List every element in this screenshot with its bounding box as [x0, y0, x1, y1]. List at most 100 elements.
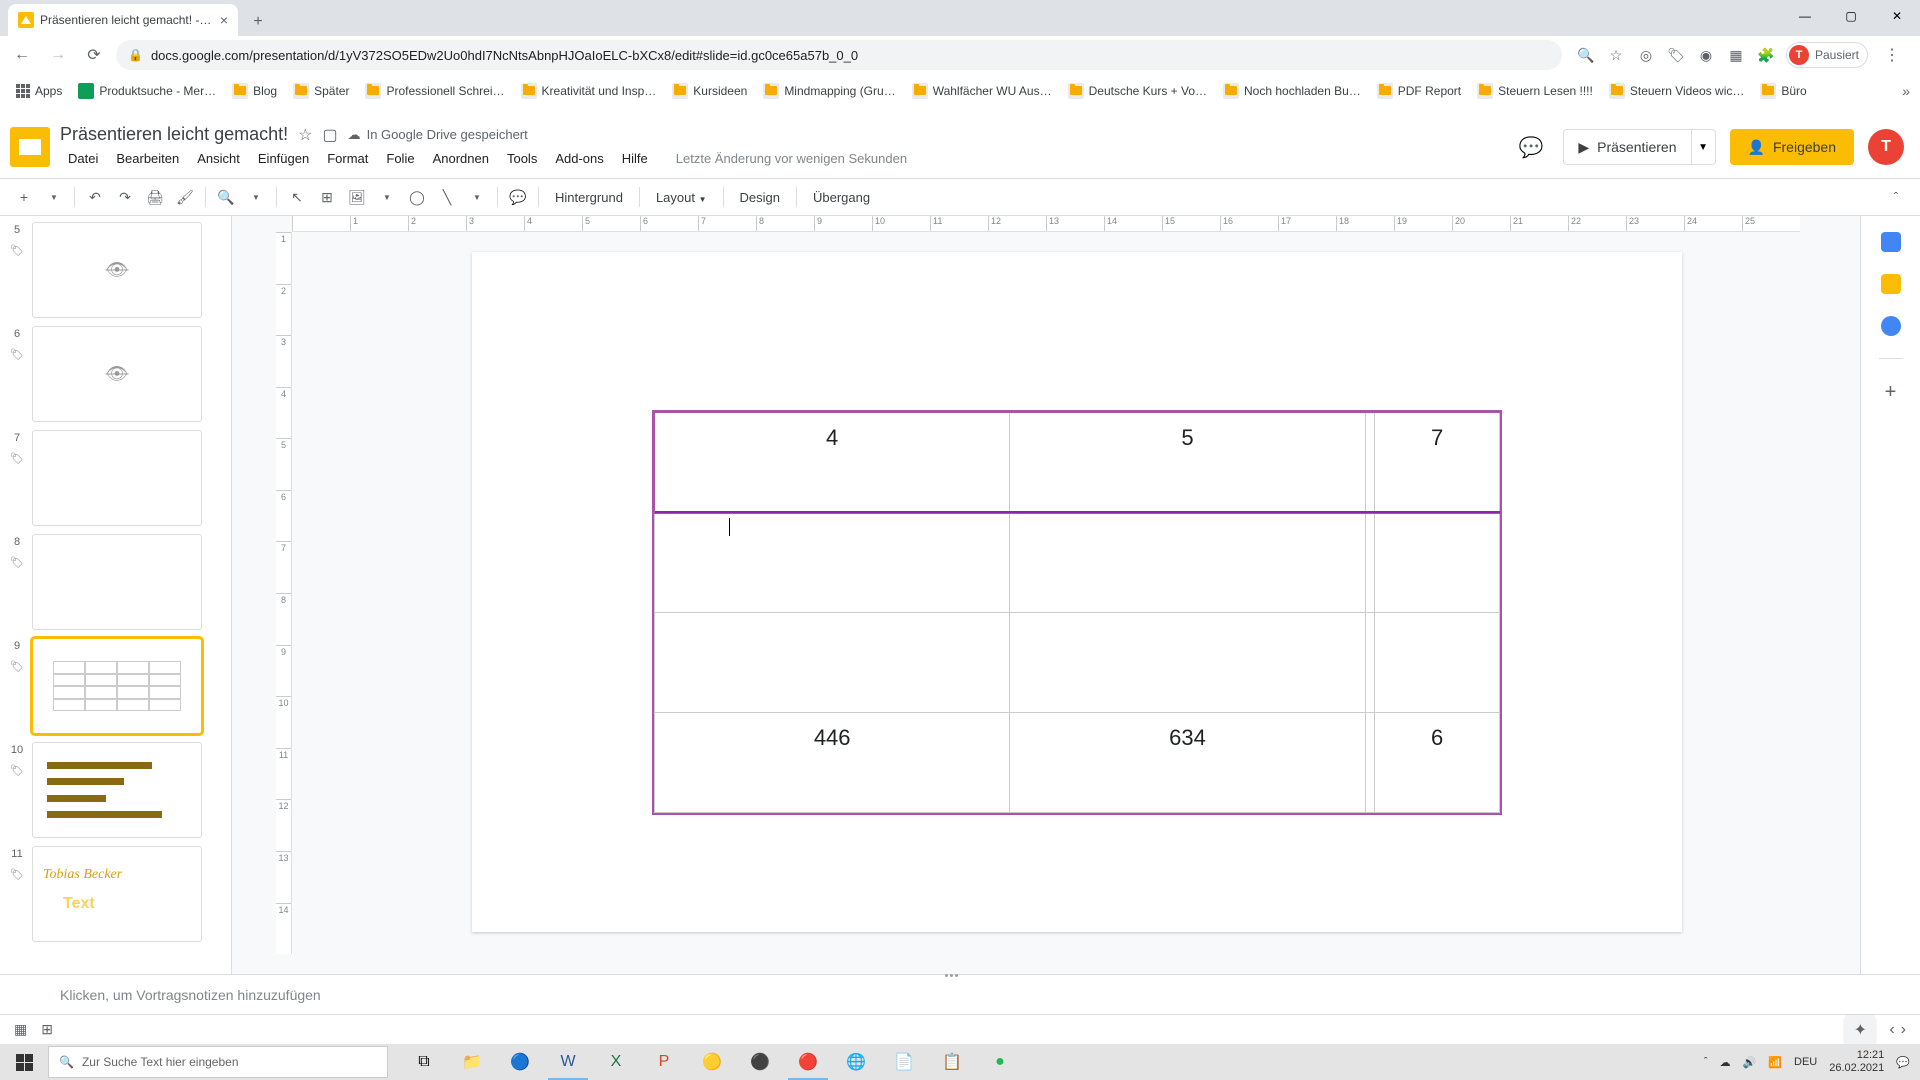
apps-button[interactable]: Apps [10, 80, 68, 102]
slide-canvas[interactable]: 4 5 7 [472, 252, 1682, 932]
bookmark-folder[interactable]: Steuern Lesen !!!! [1471, 79, 1599, 103]
star-document-icon[interactable]: ☆ [298, 125, 312, 145]
comments-button[interactable]: 💬 [1513, 129, 1549, 165]
slide-thumbnail-7[interactable] [32, 430, 202, 526]
select-tool[interactable]: ↖ [283, 183, 311, 211]
table-cell[interactable]: 7 [1375, 413, 1500, 513]
tray-expand-icon[interactable]: ˆ [1704, 1056, 1708, 1068]
volume-icon[interactable]: 🔊 [1743, 1056, 1757, 1069]
task-view-button[interactable]: ⧉ [400, 1044, 448, 1080]
notes-icon[interactable]: 🏷 [10, 764, 24, 777]
layout-button[interactable]: Layout ▼ [646, 190, 717, 205]
bookmark-folder[interactable]: Büro [1754, 79, 1812, 103]
star-icon[interactable]: ☆ [1606, 45, 1626, 65]
close-window-button[interactable]: ✕ [1874, 0, 1920, 32]
table-cell[interactable]: 4 [655, 413, 1010, 513]
ext2-icon[interactable]: 🏷 [1666, 45, 1686, 65]
menu-edit[interactable]: Bearbeiten [108, 147, 187, 170]
next-slide-button[interactable]: › [1901, 1021, 1906, 1039]
bookmark-folder[interactable]: PDF Report [1371, 79, 1467, 103]
menu-insert[interactable]: Einfügen [250, 147, 317, 170]
speaker-notes[interactable]: Klicken, um Vortragsnotizen hinzuzufügen [0, 974, 1920, 1014]
app-icon[interactable]: 📄 [880, 1044, 928, 1080]
shape-tool[interactable]: ◯ [403, 183, 431, 211]
filmstrip-view-button[interactable]: ▦ [14, 1021, 27, 1038]
powerpoint-icon[interactable]: P [640, 1044, 688, 1080]
bookmark-folder[interactable]: Professionell Schrei… [359, 79, 510, 103]
notes-icon[interactable]: 🏷 [10, 452, 24, 465]
table-cell[interactable] [1365, 513, 1374, 613]
slide-thumbnail-6[interactable] [32, 326, 202, 422]
bookmark-folder[interactable]: Noch hochladen Bu… [1217, 79, 1367, 103]
back-button[interactable]: ← [8, 41, 36, 69]
bookmark-folder[interactable]: Blog [226, 79, 283, 103]
table-cell[interactable] [1365, 713, 1374, 813]
drive-status[interactable]: ☁ In Google Drive gespeichert [348, 127, 528, 143]
explore-button[interactable]: ✦ [1845, 1015, 1875, 1045]
horizontal-ruler[interactable]: 1234567891011121314151617181920212223242… [292, 216, 1800, 232]
maximize-button[interactable]: ▢ [1828, 0, 1874, 32]
bookmark-folder[interactable]: Später [287, 79, 355, 103]
line-dropdown[interactable]: ▼ [463, 183, 491, 211]
ext3-icon[interactable]: ◉ [1696, 45, 1716, 65]
ext1-icon[interactable]: ◎ [1636, 45, 1656, 65]
obs-icon[interactable]: ⚫ [736, 1044, 784, 1080]
bookmark-folder[interactable]: Deutsche Kurs + Vo… [1062, 79, 1213, 103]
redo-button[interactable]: ↷ [111, 183, 139, 211]
new-slide-button[interactable]: + [10, 183, 38, 211]
wifi-icon[interactable]: 📶 [1768, 1056, 1782, 1069]
ext4-icon[interactable]: ▦ [1726, 45, 1746, 65]
zoom-button[interactable]: 🔍 [212, 183, 240, 211]
move-document-icon[interactable]: ▢ [322, 125, 337, 145]
notes-icon[interactable]: 🏷 [10, 556, 24, 569]
edge-icon[interactable]: 🌐 [832, 1044, 880, 1080]
table-cell[interactable] [1010, 613, 1365, 713]
background-button[interactable]: Hintergrund [545, 190, 633, 205]
table-cell[interactable]: 446 [655, 713, 1010, 813]
bookmarks-overflow-button[interactable]: » [1902, 83, 1910, 99]
document-title[interactable]: Präsentieren leicht gemacht! [60, 124, 288, 145]
notes-resize-handle[interactable] [945, 971, 975, 979]
slide-thumbnail-10[interactable] [32, 742, 202, 838]
reload-button[interactable]: ⟳ [80, 41, 108, 69]
notes-icon[interactable]: 🏷 [10, 348, 24, 361]
table-cell[interactable]: 634 [1010, 713, 1365, 813]
present-dropdown-button[interactable]: ▼ [1692, 129, 1716, 165]
image-dropdown[interactable]: ▼ [373, 183, 401, 211]
app-icon[interactable]: 📋 [928, 1044, 976, 1080]
slide-table[interactable]: 4 5 7 [652, 410, 1502, 815]
minimize-button[interactable]: — [1782, 0, 1828, 32]
zoom-dropdown[interactable]: ▼ [242, 183, 270, 211]
url-input[interactable]: 🔒 docs.google.com/presentation/d/1yV372S… [116, 40, 1562, 70]
bookmark-folder[interactable]: Kursideen [666, 79, 753, 103]
menu-tools[interactable]: Tools [499, 147, 545, 170]
slide-thumbnail-8[interactable] [32, 534, 202, 630]
language-indicator[interactable]: DEU [1794, 1056, 1817, 1068]
explorer-icon[interactable]: 📁 [448, 1044, 496, 1080]
last-edit-link[interactable]: Letzte Änderung vor wenigen Sekunden [668, 147, 915, 170]
prev-slide-button[interactable]: ‹ [1889, 1021, 1894, 1039]
menu-arrange[interactable]: Anordnen [425, 147, 497, 170]
present-button[interactable]: ▶ Präsentieren [1563, 129, 1691, 165]
chrome-icon[interactable]: 🔴 [784, 1044, 832, 1080]
bookmark-item[interactable]: Produktsuche - Mer… [72, 79, 222, 103]
bookmark-folder[interactable]: Wahlfächer WU Aus… [906, 79, 1058, 103]
bookmark-folder[interactable]: Mindmapping (Gru… [757, 79, 901, 103]
grid-view-button[interactable]: ⊞ [41, 1021, 53, 1038]
spotify-icon[interactable]: ● [976, 1044, 1024, 1080]
excel-icon[interactable]: X [592, 1044, 640, 1080]
table-cell[interactable] [1375, 613, 1500, 713]
textbox-tool[interactable]: ⊞ [313, 183, 341, 211]
vertical-ruler[interactable]: 1234567891011121314 [276, 232, 292, 954]
share-button[interactable]: 👤 Freigeben [1730, 129, 1854, 165]
add-sidebar-button[interactable]: + [1885, 381, 1897, 404]
notifications-icon[interactable]: 💬 [1896, 1056, 1910, 1069]
table-cell[interactable] [1010, 513, 1365, 613]
keep-sidebar-icon[interactable] [1881, 274, 1901, 294]
menu-file[interactable]: Datei [60, 147, 106, 170]
new-slide-dropdown[interactable]: ▼ [40, 183, 68, 211]
calendar-sidebar-icon[interactable] [1881, 232, 1901, 252]
slide-thumbnail-11[interactable]: Tobias BeckerText [32, 846, 202, 942]
table-cell[interactable] [1375, 513, 1500, 613]
slide-thumbnail-5[interactable] [32, 222, 202, 318]
